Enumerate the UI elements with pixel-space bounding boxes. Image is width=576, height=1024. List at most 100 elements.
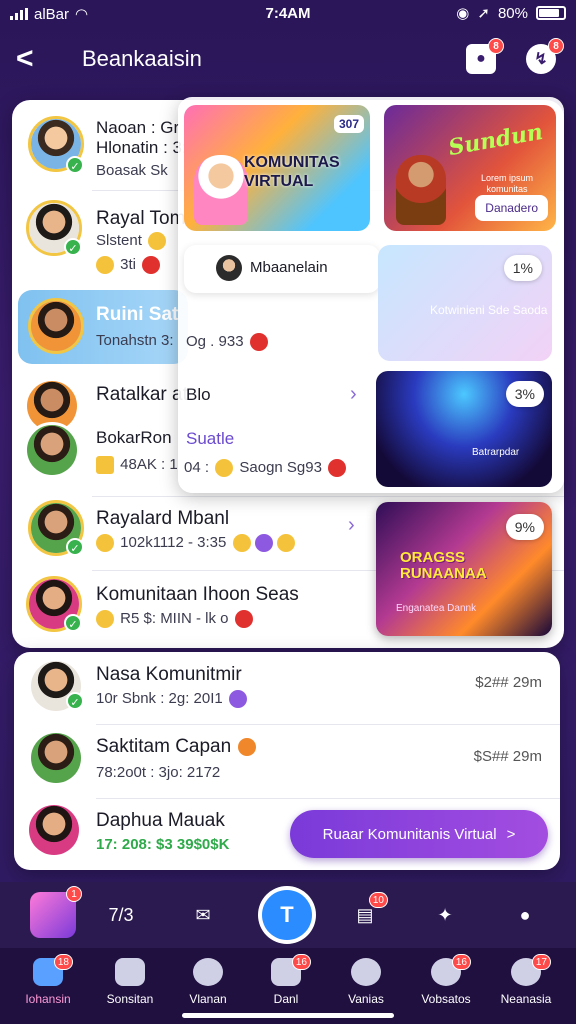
row-sub: Slstent xyxy=(96,232,168,251)
emoji-icon xyxy=(142,256,161,275)
user-chip[interactable]: Mbaanelain xyxy=(184,245,380,293)
location-icon: ◉ xyxy=(456,5,470,22)
navigation-icon: ➚ xyxy=(477,5,490,22)
tab-events[interactable]: Vanias xyxy=(326,958,406,1006)
overlay-line: Blo xyxy=(186,385,211,404)
back-button[interactable]: < xyxy=(16,42,34,76)
list-item-selected[interactable]: Ruini Sat Tonahstn 3: xyxy=(18,290,188,364)
notification-icon[interactable]: ↯ 8 xyxy=(526,38,564,74)
chat-icon[interactable]: ▤ 10 xyxy=(342,892,388,938)
emoji-icon xyxy=(215,459,234,478)
emoji-icon xyxy=(96,256,114,275)
page-title: Beankaaisin xyxy=(82,46,202,71)
avatar xyxy=(216,255,242,281)
profile-badge: 1 xyxy=(66,886,82,902)
row-name: Komunitaan Ihoon Seas xyxy=(96,584,299,605)
row-name: Ruini Sat xyxy=(96,304,179,325)
list-item[interactable]: Daphua Mauak 17: 208: $3 39$0$K xyxy=(14,798,284,870)
verified-icon: ✓ xyxy=(66,538,84,556)
verified-icon: ✓ xyxy=(66,156,84,174)
tab-messages[interactable]: 16 Vobsatos xyxy=(406,954,486,1006)
row-sub: 17: 208: $3 39$0$K xyxy=(96,836,230,853)
row-price: $2## 29m xyxy=(475,674,542,691)
overlay-line: 04 : Saogn Sg93 xyxy=(184,459,348,478)
status-right: ◉ ➚ 80% xyxy=(456,4,566,22)
tile-count: 9% xyxy=(505,514,544,540)
video-icon xyxy=(193,958,223,986)
banner-character xyxy=(194,155,248,225)
camera-badge: 8 xyxy=(488,38,504,54)
tab-community[interactable]: Sonsitan xyxy=(90,958,170,1006)
emoji-icon xyxy=(232,534,251,553)
house-icon xyxy=(115,958,145,986)
emoji-icon xyxy=(249,333,268,352)
tile-concert[interactable]: 3% Batrarpdar xyxy=(376,371,552,487)
row-sub: 78:2o0t : 3jo: 2172 xyxy=(96,764,221,781)
emoji-icon xyxy=(234,610,253,629)
tile-count: 3% xyxy=(505,381,544,407)
row-sub: Boasak Sk xyxy=(96,162,168,179)
explore-icon[interactable]: ✦ xyxy=(422,892,468,938)
header: < Beankaaisin ● 8 ↯ 8 xyxy=(0,30,576,90)
emoji-icon xyxy=(238,737,257,756)
avatar xyxy=(24,422,80,478)
banner-button[interactable]: Danadero xyxy=(475,195,548,221)
chevron-right-icon[interactable]: › xyxy=(348,514,355,537)
row-name: Nasa Komunitmir xyxy=(96,664,242,685)
battery-percent: 80% xyxy=(497,4,528,22)
list-item[interactable]: ✓ Nasa Komunitmir 10r Sbnk : 2g: 20I1 $2… xyxy=(14,652,560,724)
row-name-line2: Hlonatin : 3: xyxy=(96,138,187,157)
tab-video[interactable]: Vlanan xyxy=(168,958,248,1006)
banner-title: KOMUNITAS VIRTUAL xyxy=(244,154,340,190)
row-name: Rayal Tom xyxy=(96,208,186,229)
home-indicator xyxy=(182,1013,394,1018)
tab-home[interactable]: 18 Iohansin xyxy=(8,954,88,1006)
overlay-line: Og . 933 xyxy=(186,333,270,352)
tile-komunitas[interactable]: 1% Kotwinieni Sde Saoda xyxy=(378,245,552,361)
verified-icon: ✓ xyxy=(64,614,82,632)
row-name: Daphua Mauak xyxy=(96,810,225,831)
row-name: Ratalkar at xyxy=(96,384,188,405)
row-sub: Tonahstn 3: xyxy=(96,332,174,349)
chip-label: Mbaanelain xyxy=(250,259,328,276)
chevron-right-icon[interactable]: › xyxy=(350,383,357,406)
account-icon[interactable]: ● xyxy=(502,892,548,938)
banner-title: Sundun xyxy=(446,118,545,162)
tile-caption: Kotwinieni Sde Saoda xyxy=(430,303,548,317)
avatar xyxy=(28,298,84,354)
tab-profile[interactable]: 17 Neanasia xyxy=(486,954,566,1006)
emoji-icon xyxy=(228,690,247,709)
row-sub: R5 $: MIIN - lk o xyxy=(94,610,255,629)
toolbar-count: 7/3 xyxy=(108,904,134,925)
create-button[interactable]: T xyxy=(262,890,312,940)
verified-icon: ✓ xyxy=(66,692,84,710)
row-sub2: 3ti xyxy=(94,256,162,275)
message-icon: 16 xyxy=(431,954,471,986)
emoji-icon xyxy=(254,534,273,553)
row-sub: BokarRon xyxy=(96,428,172,447)
home-icon: 18 xyxy=(33,954,73,986)
tile-count: 1% xyxy=(503,255,542,281)
profile-thumbnail[interactable]: 1 xyxy=(30,886,82,938)
row-sub2: 48AK : 1 xyxy=(94,456,178,475)
cta-label: Ruaar Komunitanis Virtual xyxy=(322,825,497,843)
bottom-toolbar: 1 7/3 ✉ T ▤ 10 ✦ ● xyxy=(0,882,576,948)
tile-caption: Enganatea Dannk xyxy=(396,603,477,614)
list-item[interactable]: Saktitam Capan 78:2o0t : 3jo: 2172 $S## … xyxy=(14,724,560,798)
row-sub: 10r Sbnk : 2g: 20I1 xyxy=(96,690,249,709)
gift-icon xyxy=(96,456,114,475)
inbox-icon[interactable]: ✉ xyxy=(180,892,226,938)
tile-festival[interactable]: 9% ORAGSS RUNAANAA Enganatea Dannk xyxy=(376,502,552,636)
row-name: Rayalard Mbanl xyxy=(96,508,230,529)
row-name: Naoan : Gr xyxy=(96,118,180,137)
overlay-line: Suatle xyxy=(186,429,235,448)
banner-guitar[interactable]: Sundun Lorem ipsum komunitas festival Da… xyxy=(384,105,556,231)
chevron-right-icon: > xyxy=(506,825,516,843)
banner-komunitas-virtual[interactable]: 307 KOMUNITAS VIRTUAL xyxy=(184,105,370,231)
tab-deal[interactable]: 16 Danl xyxy=(246,954,326,1006)
join-community-button[interactable]: Ruaar Komunitanis Virtual > xyxy=(290,810,548,858)
battery-icon xyxy=(536,6,566,20)
camera-icon[interactable]: ● 8 xyxy=(466,38,504,74)
emoji-icon xyxy=(96,534,114,553)
tile-caption: Batrarpdar xyxy=(472,447,520,458)
